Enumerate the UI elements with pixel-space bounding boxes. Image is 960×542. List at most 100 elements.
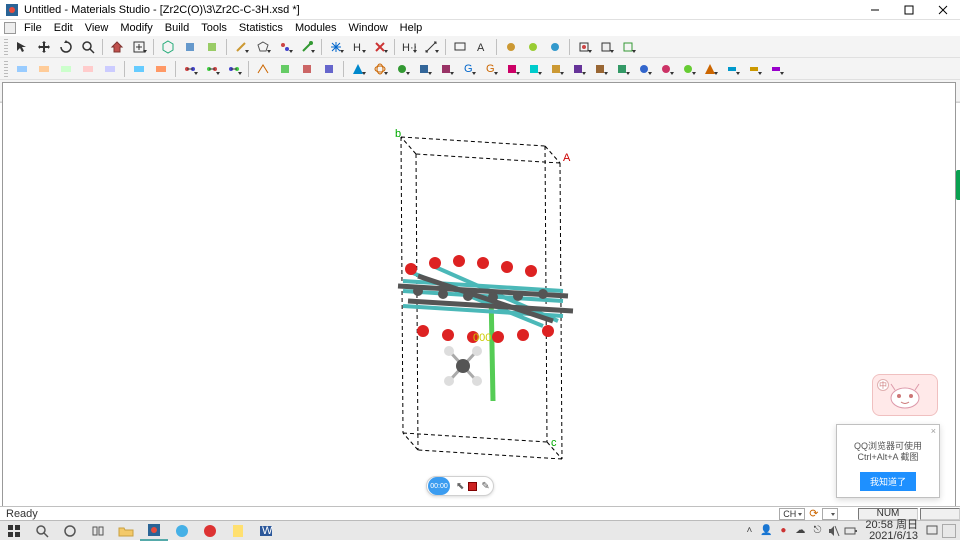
module-dd-13[interactable] [612, 60, 632, 78]
module-dd-10[interactable] [546, 60, 566, 78]
tray-cloud-icon[interactable]: ☁ [793, 524, 807, 538]
taskbar-explorer[interactable] [112, 521, 140, 541]
module-dd-17[interactable] [700, 60, 720, 78]
module-dd-14[interactable] [634, 60, 654, 78]
menu-file[interactable]: File [18, 22, 48, 34]
label-tool[interactable]: A [472, 38, 492, 56]
module-dd-11[interactable] [568, 60, 588, 78]
module-dd-19[interactable] [744, 60, 764, 78]
mod-row2-3[interactable] [56, 60, 76, 78]
adj-h-tool[interactable]: H [348, 38, 368, 56]
mod-row2-4[interactable] [78, 60, 98, 78]
taskbar-browser[interactable] [168, 521, 196, 541]
module-dd-2[interactable] [370, 60, 390, 78]
pan-tool[interactable] [34, 38, 54, 56]
taskbar-word[interactable]: W [252, 521, 280, 541]
menu-help[interactable]: Help [394, 22, 429, 34]
zoom-tool[interactable] [78, 38, 98, 56]
popup-close-button[interactable]: × [931, 426, 936, 436]
mod-2[interactable] [523, 38, 543, 56]
mod-row2-5[interactable] [100, 60, 120, 78]
module-dd-4[interactable] [414, 60, 434, 78]
tray-people-icon[interactable]: 👤 [759, 524, 773, 538]
menu-modify[interactable]: Modify [114, 22, 158, 34]
tray-arrow-icon[interactable]: ˄ [742, 524, 756, 538]
ime-mode-icon[interactable]: ⟳ [809, 507, 818, 520]
toolbar-grip[interactable] [4, 39, 8, 55]
minimize-button[interactable] [858, 0, 892, 20]
menu-statistics[interactable]: Statistics [233, 22, 289, 34]
mod-row2-2[interactable] [34, 60, 54, 78]
mod-1[interactable] [501, 38, 521, 56]
tray-battery-icon[interactable] [844, 524, 858, 538]
module-dd-20[interactable] [766, 60, 786, 78]
module-dd-18[interactable] [722, 60, 742, 78]
fit-view-button[interactable] [129, 38, 149, 56]
popup-ok-button[interactable]: 我知道了 [860, 472, 916, 491]
sketch-adjust-tool[interactable] [297, 38, 317, 56]
calc-btn4[interactable] [319, 60, 339, 78]
menu-view[interactable]: View [79, 22, 115, 34]
tool-b[interactable] [202, 38, 222, 56]
module-dd-5[interactable] [436, 60, 456, 78]
start-button[interactable] [0, 521, 28, 541]
measure-tool[interactable] [421, 38, 441, 56]
screen-recorder-widget[interactable]: 00:00 ⬉ ✎ [426, 476, 494, 496]
tray-clock[interactable]: 20:58 周日 2021/6/13 [861, 520, 922, 542]
toolbar-grip[interactable] [4, 61, 8, 77]
module-dd-16[interactable] [678, 60, 698, 78]
module-dd-6[interactable]: G [458, 60, 478, 78]
close-button[interactable] [926, 0, 960, 20]
tray-net-icon[interactable]: ⎋ [810, 524, 824, 538]
module-dd-15[interactable] [656, 60, 676, 78]
module-dd-9[interactable] [524, 60, 544, 78]
mod-4[interactable] [574, 38, 594, 56]
calc-btn2[interactable] [275, 60, 295, 78]
menu-build[interactable]: Build [159, 22, 195, 34]
mod-row2-1[interactable] [12, 60, 32, 78]
hbond-tool[interactable]: H·H [399, 38, 419, 56]
menu-tools[interactable]: Tools [195, 22, 233, 34]
module-dd-3[interactable] [392, 60, 412, 78]
tray-av-icon[interactable]: ● [776, 524, 790, 538]
taskbar-materials-studio[interactable] [140, 521, 168, 541]
sketch-ring-tool[interactable] [253, 38, 273, 56]
module-dd-1[interactable] [348, 60, 368, 78]
3d-viewport[interactable]: A b c [2, 82, 956, 510]
recorder-edit-icon[interactable]: ✎ [481, 481, 489, 492]
taskbar-music[interactable] [196, 521, 224, 541]
module-dd-8[interactable] [502, 60, 522, 78]
mod-3[interactable] [545, 38, 565, 56]
mod-5[interactable] [596, 38, 616, 56]
bond-btn3[interactable] [224, 60, 244, 78]
maximize-button[interactable] [892, 0, 926, 20]
mod-row2-6[interactable] [129, 60, 149, 78]
bond-btn2[interactable] [202, 60, 222, 78]
module-dd-7[interactable]: G [480, 60, 500, 78]
ime-mode[interactable] [822, 508, 838, 520]
cortana-button[interactable] [56, 521, 84, 541]
tray-action-center[interactable] [942, 524, 956, 538]
tray-notification-icon[interactable] [925, 524, 939, 538]
assistant-mascot[interactable]: 中 [872, 374, 938, 416]
menu-modules[interactable]: Modules [289, 22, 343, 34]
taskbar-notes[interactable] [224, 521, 252, 541]
menu-edit[interactable]: Edit [48, 22, 79, 34]
mod-6[interactable] [618, 38, 638, 56]
ime-lang[interactable]: CH [779, 508, 805, 520]
clean-tool[interactable] [326, 38, 346, 56]
home-button[interactable] [107, 38, 127, 56]
sketch-fragment-tool[interactable] [275, 38, 295, 56]
calc-btn3[interactable] [297, 60, 317, 78]
select-tool[interactable] [12, 38, 32, 56]
sketch-atom-tool[interactable] [231, 38, 251, 56]
tray-volume-icon[interactable] [827, 524, 841, 538]
recorder-stop-button[interactable] [468, 482, 477, 491]
rotate-tool[interactable] [56, 38, 76, 56]
mod-row2-7[interactable] [151, 60, 171, 78]
task-view-button[interactable] [84, 521, 112, 541]
menu-window[interactable]: Window [343, 22, 394, 34]
crystal-tool[interactable] [158, 38, 178, 56]
calc-btn1[interactable] [253, 60, 273, 78]
tool-a[interactable] [180, 38, 200, 56]
